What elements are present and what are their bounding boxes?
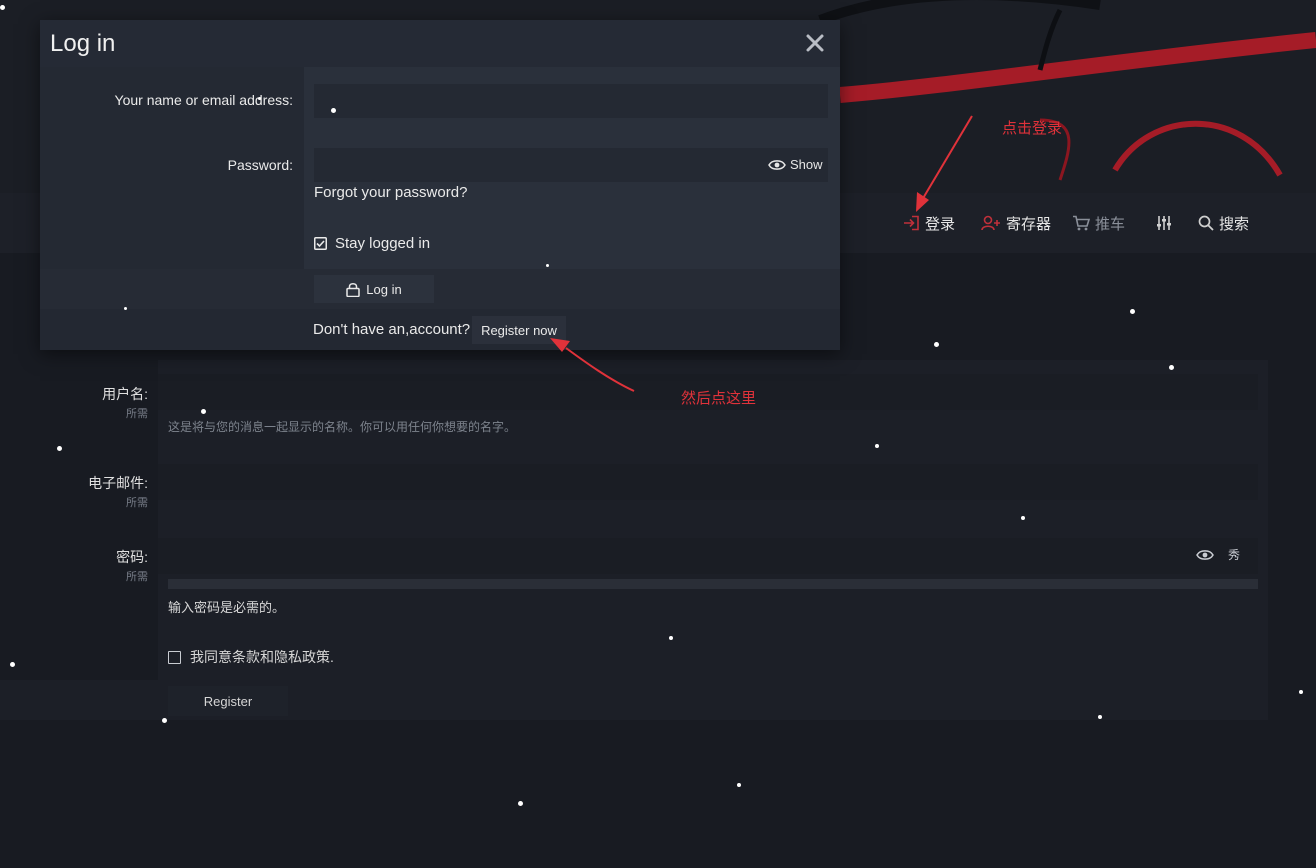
snow-particle xyxy=(258,97,261,100)
stay-logged-in-checkbox[interactable]: Stay logged in xyxy=(314,235,430,252)
password-show-toggle[interactable]: Show xyxy=(768,157,823,172)
register-password-show-toggle[interactable]: 秀 xyxy=(1196,546,1240,563)
login-submit-button[interactable]: Log in xyxy=(314,275,434,303)
register-submit-button[interactable]: Register xyxy=(168,686,288,716)
snow-particle xyxy=(546,264,549,267)
stay-logged-in-label: Stay logged in xyxy=(335,235,431,252)
login-submit-label: Log in xyxy=(366,281,402,297)
nav-register-link[interactable]: 寄存器 xyxy=(981,212,1051,234)
snow-particle xyxy=(669,636,673,640)
register-password-label: 密码: xyxy=(116,549,148,565)
annotation-then-click-here: 然后点这里 xyxy=(681,390,757,407)
snow-particle xyxy=(518,801,523,806)
password-strength-meter xyxy=(168,579,1258,589)
sliders-icon xyxy=(1157,216,1171,230)
user-plus-icon xyxy=(981,215,1000,231)
password-label: Password: xyxy=(227,157,293,173)
nav-login-label: 登录 xyxy=(925,215,956,233)
nav-login-link[interactable]: 登录 xyxy=(903,212,955,234)
register-username-hint: 这是将与您的消息一起显示的名称。你可以用任何你想要的名字。 xyxy=(168,420,517,434)
close-icon xyxy=(806,34,824,52)
register-email-required: 所需 xyxy=(126,497,148,509)
register-agree-label: 我同意条款和隐私政策. xyxy=(190,649,334,665)
snow-particle xyxy=(0,5,5,10)
register-now-button[interactable]: Register now xyxy=(472,316,566,344)
nav-search-link[interactable]: 搜索 xyxy=(1198,212,1249,234)
eye-icon xyxy=(1196,549,1214,560)
register-username-required: 所需 xyxy=(126,408,148,420)
cart-icon xyxy=(1073,215,1090,231)
snow-particle xyxy=(875,444,879,448)
password-input[interactable] xyxy=(314,148,828,182)
snow-particle xyxy=(10,662,15,667)
register-password-error: 输入密码是必需的。 xyxy=(168,600,286,615)
nav-cart-link[interactable]: 推车 xyxy=(1072,212,1125,234)
snow-particle xyxy=(331,108,336,113)
register-username-label: 用户名: xyxy=(102,386,148,402)
modal-title: Log in xyxy=(50,30,116,57)
snow-particle xyxy=(934,342,939,347)
register-password-show-label: 秀 xyxy=(1228,548,1241,562)
snow-particle xyxy=(124,307,127,310)
checkbox-checked-icon xyxy=(314,237,327,250)
nav-search-label: 搜索 xyxy=(1219,215,1250,233)
snow-particle xyxy=(1021,516,1025,520)
nav-register-label: 寄存器 xyxy=(1006,215,1052,233)
snow-particle xyxy=(201,409,206,414)
close-button[interactable] xyxy=(804,32,826,54)
snow-particle xyxy=(1299,690,1303,694)
password-show-label: Show xyxy=(790,157,823,172)
snow-particle xyxy=(737,783,741,787)
username-label: Your name or email address: xyxy=(114,92,293,108)
register-agree-checkbox[interactable]: 我同意条款和隐私政策. xyxy=(168,647,334,667)
register-email-label: 电子邮件: xyxy=(88,475,148,491)
register-email-input[interactable] xyxy=(158,464,1258,500)
nav-filter-button[interactable] xyxy=(1156,212,1172,234)
eye-icon xyxy=(768,159,786,170)
modal-submit-row xyxy=(40,269,840,309)
register-password-input[interactable] xyxy=(158,538,1258,574)
snow-particle xyxy=(1169,365,1174,370)
register-password-required: 所需 xyxy=(126,571,148,583)
annotation-click-login: 点击登录 xyxy=(1002,120,1063,137)
lock-icon xyxy=(346,282,361,297)
snow-particle xyxy=(1130,309,1135,314)
forgot-password-link[interactable]: Forgot your password? xyxy=(314,184,467,201)
username-input[interactable] xyxy=(314,84,828,118)
no-account-text: Don't have an,account? xyxy=(313,321,471,338)
sign-in-icon xyxy=(904,215,919,231)
nav-cart-label: 推车 xyxy=(1095,215,1126,233)
checkbox-empty-icon xyxy=(168,650,181,664)
snow-particle xyxy=(162,718,167,723)
snow-particle xyxy=(57,446,62,451)
modal-body: Your name or email address: Password: Sh… xyxy=(40,67,840,350)
snow-particle xyxy=(1098,715,1102,719)
search-icon xyxy=(1198,215,1214,231)
